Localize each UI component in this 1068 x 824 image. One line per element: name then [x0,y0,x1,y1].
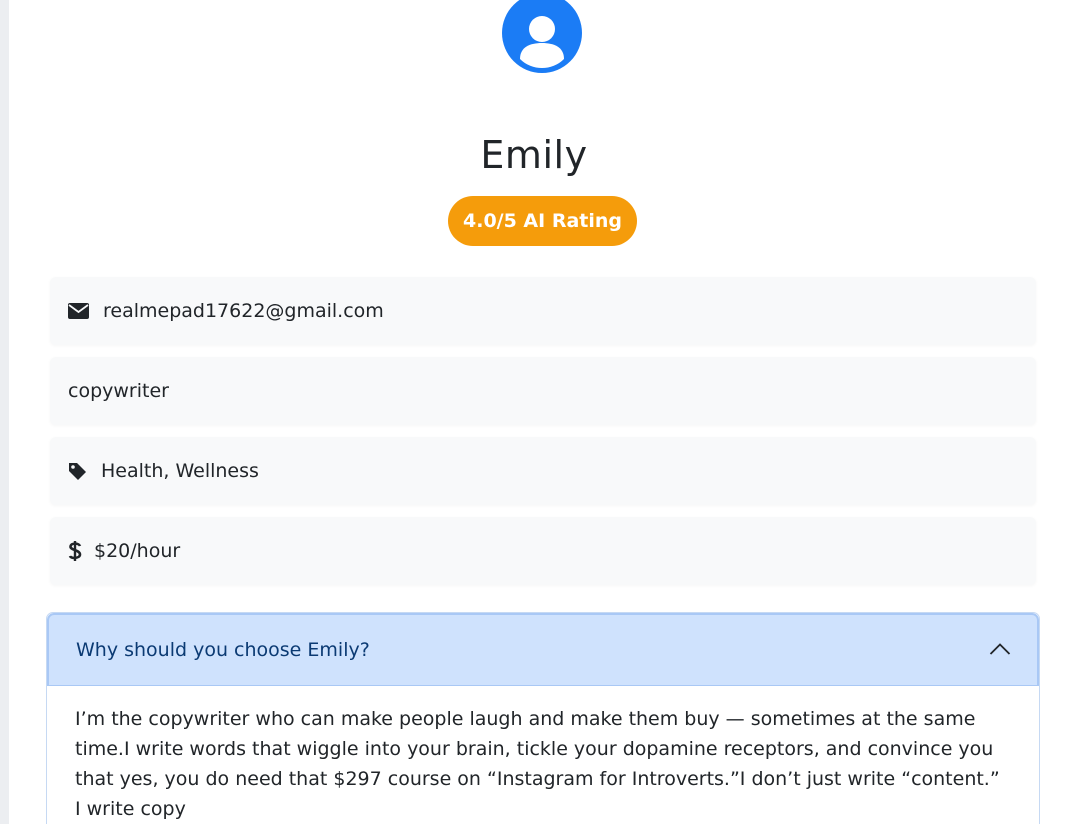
rate-text: $20/hour [94,540,181,562]
rate-card: $20/hour [50,517,1036,585]
left-edge-strip [0,0,9,824]
email-text: realmepad17622@gmail.com [103,300,384,322]
envelope-icon [68,303,89,319]
profession-card: copywriter [50,357,1036,425]
chevron-up-icon[interactable] [989,639,1011,661]
why-choose-accordion: Why should you choose Emily? I’m the cop… [46,612,1040,824]
profile-page: Emily 4.0/5 AI Rating realmepad17622@gma… [9,0,1068,824]
accordion-title: Why should you choose Emily? [76,639,370,661]
profile-name: Emily [480,133,588,177]
ai-rating-badge: 4.0/5 AI Rating [448,196,637,246]
user-circle-icon [502,0,582,73]
accordion-body: I’m the copywriter who can make people l… [75,708,1000,820]
tags-text: Health, Wellness [101,460,259,482]
tag-icon [68,462,87,481]
profession-text: copywriter [68,380,169,402]
tags-card: Health, Wellness [50,437,1036,505]
dollar-icon [68,540,82,562]
accordion-header-button[interactable]: Why should you choose Emily? [47,613,1039,686]
email-card: realmepad17622@gmail.com [50,277,1036,345]
